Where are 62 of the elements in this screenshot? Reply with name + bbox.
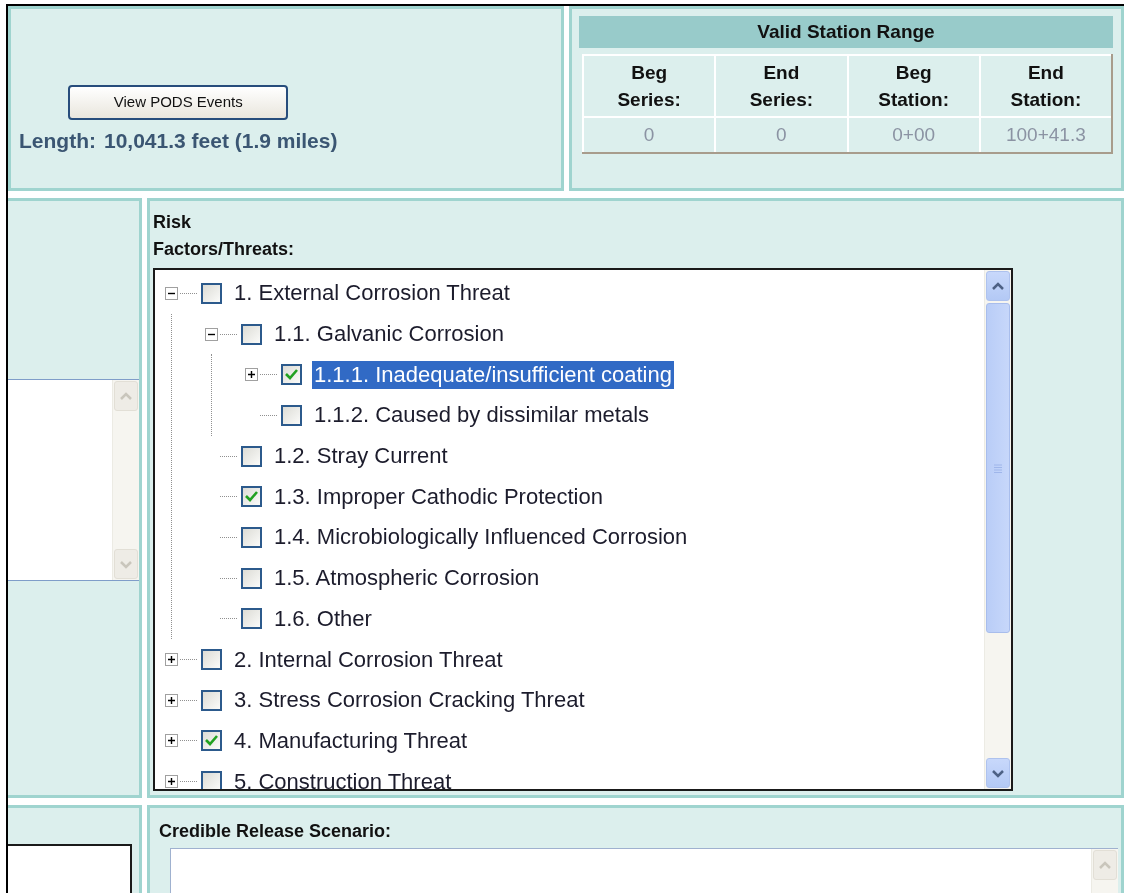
tree-checkbox[interactable] (201, 771, 222, 789)
tree-item-label[interactable]: 3. Stress Corrosion Cracking Threat (232, 686, 587, 715)
tree-item-label[interactable]: 1.1. Galvanic Corrosion (272, 320, 506, 349)
station-range-title: Valid Station Range (579, 16, 1113, 48)
tree-item-label[interactable]: 1.3. Improper Cathodic Protection (272, 482, 605, 511)
table-cell: 0+00 (848, 118, 979, 152)
tree-checkbox[interactable] (201, 282, 222, 304)
chevron-up-icon (1098, 860, 1112, 870)
collapse-icon[interactable] (205, 327, 218, 341)
text-field[interactable] (170, 848, 1118, 893)
tree-checkbox[interactable] (241, 323, 262, 345)
column-header: End Series: (716, 56, 847, 116)
tree-checkbox[interactable] (201, 649, 222, 671)
check-icon (244, 490, 259, 504)
tree-item-label[interactable]: 1.2. Stray Current (272, 442, 450, 471)
expand-icon[interactable] (165, 734, 178, 748)
chevron-down-icon (991, 768, 1005, 778)
tree-checkbox[interactable] (281, 404, 302, 426)
scroll-up-button[interactable] (986, 271, 1010, 301)
tree-item-label[interactable]: 5. Construction Threat (232, 767, 454, 789)
tree-checkbox[interactable] (241, 445, 262, 467)
column-header: End Station: (980, 56, 1111, 116)
scrollbar-thumb[interactable] (986, 303, 1010, 633)
tree-item-label[interactable]: 1.5. Atmospheric Corrosion (272, 564, 542, 593)
chevron-up-icon (119, 391, 133, 401)
column-header: Beg Series: (584, 56, 715, 116)
check-icon (284, 368, 299, 382)
text-field[interactable] (8, 844, 132, 893)
tree-checkbox[interactable] (241, 567, 262, 589)
tree-item-label[interactable]: 1.4. Microbiologically Influenced Corrosion (272, 523, 690, 552)
grip-icon (993, 463, 1003, 473)
tree-item-label[interactable]: 1.1.2. Caused by dissimilar metals (312, 401, 652, 430)
tree-item-label[interactable]: 1.1.1. Inadequate/insufficient coating (312, 360, 674, 389)
view-events-button[interactable]: View PODS Events (68, 85, 289, 120)
table-cell: 100+41.3 (980, 118, 1111, 152)
risk-factors-label: Risk Factors/Threats: (153, 211, 295, 261)
expand-icon[interactable] (165, 653, 178, 667)
table-cell: 0 (584, 118, 715, 152)
tree-item-label[interactable]: 1.6. Other (272, 604, 374, 633)
table-cell: 0 (716, 118, 847, 152)
tree-item-label[interactable]: 2. Internal Corrosion Threat (232, 645, 505, 674)
length-value: 10,041.3 feet (1.9 miles) (104, 128, 338, 154)
expand-icon[interactable] (165, 775, 178, 789)
tree-checkbox[interactable] (241, 526, 262, 548)
chevron-down-icon (119, 559, 133, 569)
tree-item-label[interactable]: 1. External Corrosion Threat (232, 279, 512, 308)
tree-checkbox[interactable] (281, 364, 302, 386)
tree-checkbox[interactable] (241, 486, 262, 508)
expand-icon[interactable] (245, 368, 258, 382)
tree-checkbox[interactable] (241, 608, 262, 630)
chevron-up-icon (991, 281, 1005, 291)
credible-release-label: Credible Release Scenario: (159, 820, 393, 842)
column-header: Beg Station: (848, 56, 979, 116)
collapse-icon[interactable] (165, 286, 178, 300)
expand-icon[interactable] (165, 693, 178, 707)
length-label: Length: (19, 128, 96, 154)
tree-checkbox[interactable] (201, 689, 222, 711)
threat-tree[interactable] (153, 268, 1013, 791)
scroll-down-button[interactable] (986, 758, 1010, 788)
tree-item-label[interactable]: 4. Manufacturing Threat (232, 726, 470, 755)
check-icon (204, 734, 219, 748)
tree-checkbox[interactable] (201, 730, 222, 752)
